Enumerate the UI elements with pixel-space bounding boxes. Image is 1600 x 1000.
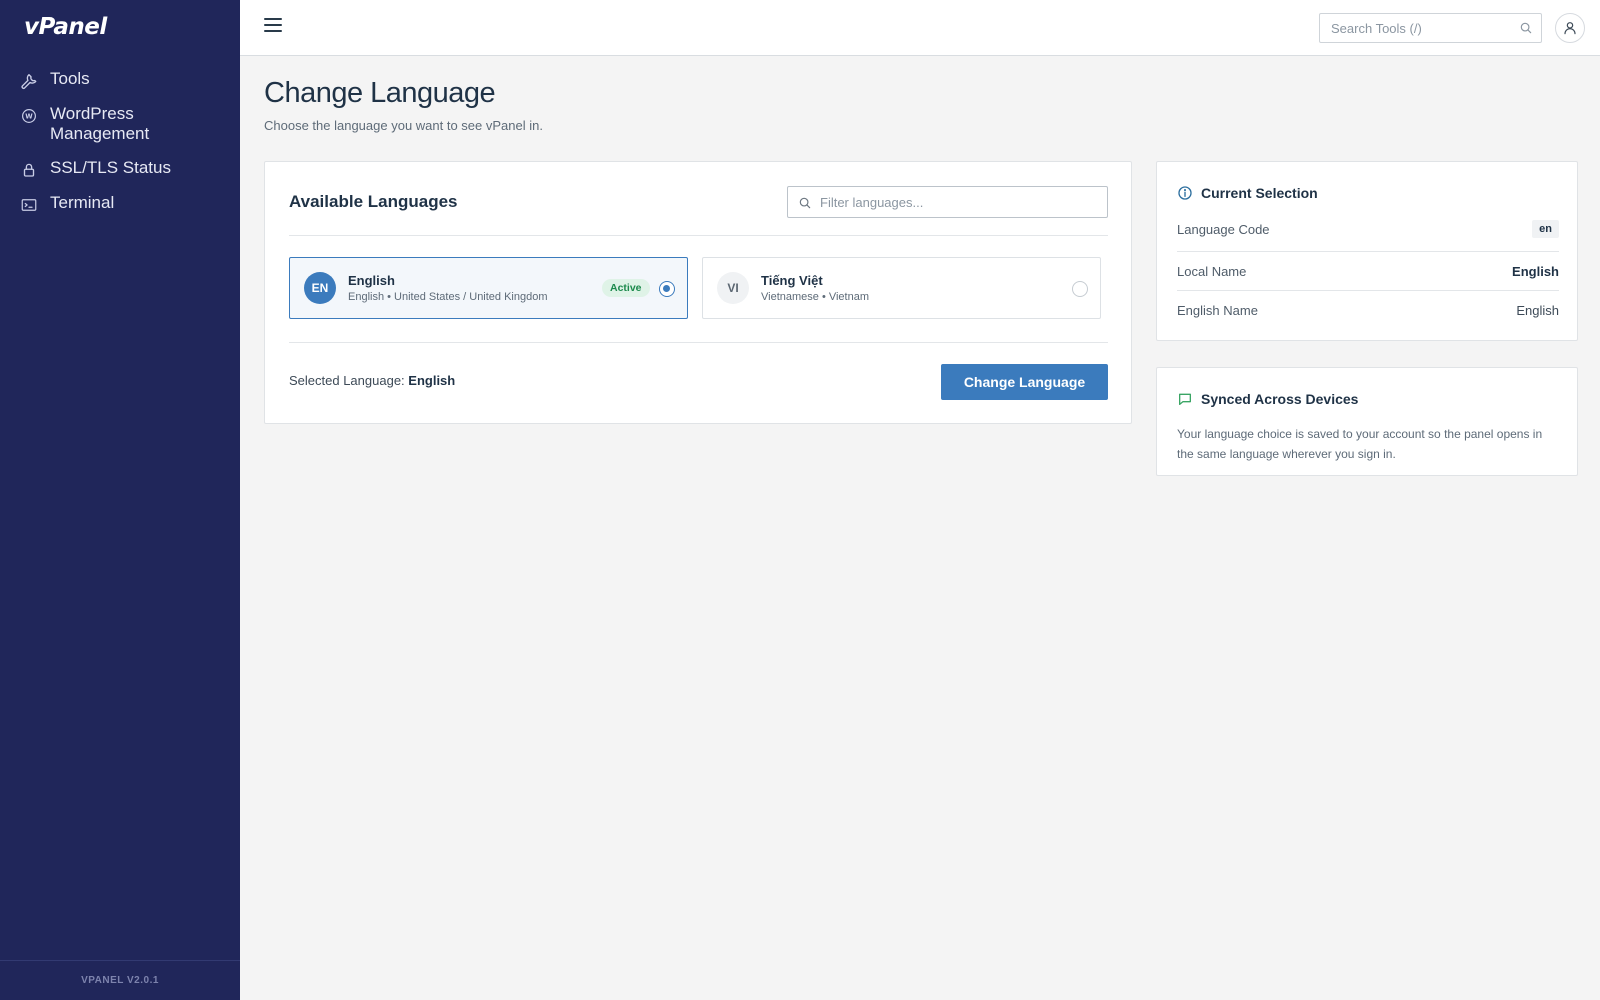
language-description: English • United States / United Kingdom	[348, 291, 548, 303]
search-icon[interactable]	[1519, 21, 1533, 35]
language-code-avatar: VI	[717, 272, 749, 304]
available-languages-card: Available Languages EN English English •…	[264, 161, 1132, 424]
sidebar-item-terminal[interactable]: Terminal	[0, 186, 240, 221]
synced-across-devices-card: Synced Across Devices Your language choi…	[1156, 367, 1578, 476]
version-label: VPANEL V2.0.1	[0, 960, 240, 1000]
sidebar-item-label: SSL/TLS Status	[50, 158, 171, 177]
vpanel-logo[interactable]: vPanel	[24, 14, 107, 40]
selected-language-line: Selected Language: English	[289, 373, 455, 388]
svg-text:W: W	[25, 113, 33, 121]
sidebar-item-ssl[interactable]: SSL/TLS Status	[0, 151, 240, 186]
sidebar-item-label: Tools	[50, 69, 90, 88]
language-option-vietnamese[interactable]: VI Tiếng Việt Vietnamese • Vietnam	[702, 257, 1101, 319]
page-subtitle: Choose the language you want to see vPan…	[264, 118, 543, 133]
language-name: Tiếng Việt	[761, 273, 823, 288]
lock-icon	[23, 163, 35, 177]
divider	[289, 342, 1108, 343]
language-radio-english[interactable]	[659, 281, 675, 297]
local-name-row: Local Name English	[1177, 252, 1559, 290]
search-tools-input[interactable]	[1320, 14, 1500, 42]
filter-languages-input[interactable]	[820, 187, 1100, 217]
row-key: Local Name	[1177, 263, 1247, 279]
row-key: English Name	[1177, 302, 1258, 318]
user-icon	[1564, 22, 1576, 35]
english-name-row: English Name English	[1177, 291, 1559, 329]
selected-language-value: English	[408, 373, 456, 388]
language-code-row: Language Code en	[1177, 210, 1559, 248]
sidebar-item-tools[interactable]: Tools	[0, 62, 240, 97]
search-tools-box	[1319, 13, 1542, 43]
user-menu-button[interactable]	[1555, 13, 1585, 43]
active-badge: Active	[602, 279, 650, 297]
sidebar-item-wordpress[interactable]: W WordPress Management	[0, 97, 240, 151]
page-title: Change Language	[264, 77, 496, 109]
local-name-value: English	[1512, 263, 1559, 279]
menu-toggle-icon[interactable]	[264, 18, 282, 36]
sidebar-item-label: Terminal	[50, 193, 115, 212]
language-code-value: en	[1532, 220, 1559, 238]
language-option-english[interactable]: EN English English • United States / Uni…	[289, 257, 688, 319]
current-selection-title: Current Selection	[1177, 185, 1318, 201]
current-selection-card: Current Selection Language Code en Local…	[1156, 161, 1578, 341]
language-code-avatar: EN	[304, 272, 336, 304]
selected-language-label: Selected Language:	[289, 373, 405, 388]
wrench-icon	[21, 74, 37, 90]
language-name: English	[348, 273, 395, 288]
synced-title: Synced Across Devices	[1177, 391, 1358, 407]
language-description: Vietnamese • Vietnam	[761, 291, 870, 303]
info-icon	[1178, 186, 1192, 200]
wordpress-icon: W	[22, 109, 36, 123]
filter-box	[787, 186, 1108, 218]
sidebar: vPanel Tools W WordPress Management SSL/…	[0, 0, 240, 1000]
sidebar-item-label: WordPress Management	[50, 104, 150, 143]
terminal-icon	[21, 199, 37, 211]
english-name-value: English	[1516, 302, 1559, 318]
change-language-button[interactable]: Change Language	[941, 364, 1108, 400]
chat-icon	[1179, 393, 1191, 405]
language-radio-vietnamese[interactable]	[1072, 281, 1088, 297]
search-icon	[799, 197, 811, 209]
row-key: Language Code	[1177, 221, 1270, 237]
divider	[289, 235, 1108, 236]
card-title: Available Languages	[289, 192, 458, 211]
sidebar-nav: Tools W WordPress Management SSL/TLS Sta…	[0, 62, 240, 221]
synced-description: Your language choice is saved to your ac…	[1177, 427, 1543, 461]
top-bar	[240, 0, 1600, 56]
